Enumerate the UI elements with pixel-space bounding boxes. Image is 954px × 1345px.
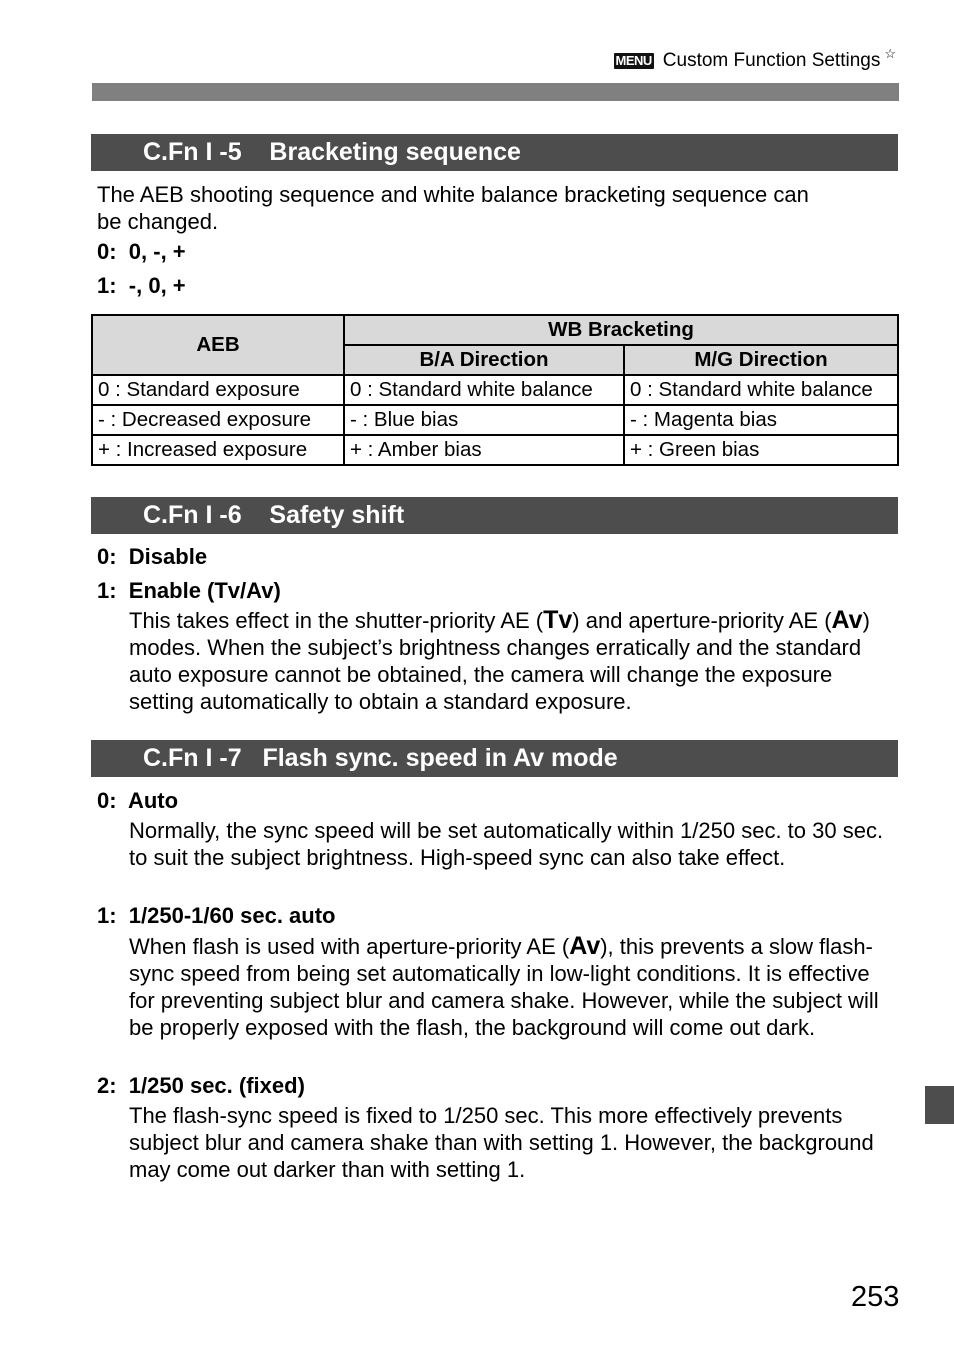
option-0: 0: Auto [97, 787, 178, 814]
header-ba-direction: B/A Direction [343, 344, 625, 376]
section-heading-cfn6: C.Fn I -6 Safety shift [91, 497, 898, 534]
intro-line: be changed. [97, 209, 219, 234]
table-row: 0 : Standard exposure 0 : Standard white… [91, 374, 899, 406]
av-mode-icon: Av [831, 606, 863, 634]
option-label: 0: [97, 788, 117, 813]
table-cell: - : Magenta bias [623, 404, 899, 436]
bracketing-table: AEB WB Bracketing B/A Direction M/G Dire… [91, 314, 899, 466]
table-cell: 0 : Standard white balance [623, 374, 899, 406]
intro-text: The AEB shooting sequence and white bala… [97, 181, 809, 235]
option-1: 1: Enable (Tv/Av) [97, 577, 281, 604]
option-value: 1/250-1/60 sec. auto [128, 903, 336, 928]
option-label: 1: [97, 578, 117, 603]
table-cell: - : Blue bias [343, 404, 625, 436]
section-code: C.Fn I -5 [143, 138, 242, 166]
option-label: 2: [97, 1073, 117, 1098]
header-mg-direction: M/G Direction [623, 344, 899, 376]
section-title: Safety shift [269, 501, 405, 529]
page-number: 253 [851, 1281, 900, 1313]
table-row: - : Decreased exposure - : Blue bias - :… [91, 404, 899, 436]
option-value: Auto [127, 788, 179, 813]
option-value: -, 0, + [128, 273, 186, 298]
tv-mode-icon: Tv [543, 606, 573, 634]
option-label: 0: [97, 544, 117, 569]
running-header: MENU Custom Function Settings ☆ [613, 46, 896, 72]
header-aeb: AEB [91, 314, 345, 376]
option-label: 0: [97, 239, 117, 264]
section-title: Flash sync. speed in Av mode [262, 744, 618, 772]
star-icon: ☆ [884, 46, 896, 61]
option-description: The flash-sync speed is fixed to 1/250 s… [129, 1103, 874, 1182]
header-title: Custom Function Settings [662, 50, 881, 71]
table-cell: - : Decreased exposure [91, 404, 345, 436]
chapter-thumb-tab [925, 1086, 954, 1124]
option-value: 1/250 sec. (fixed) [128, 1073, 305, 1098]
option-description: When flash is used with aperture-priorit… [129, 933, 899, 1041]
table-cell: + : Increased exposure [91, 434, 345, 466]
menu-icon: MENU [613, 53, 654, 69]
option-value: Disable [128, 544, 208, 569]
section-title: Bracketing sequence [269, 138, 521, 166]
option-2: 2: 1/250 sec. (fixed) [97, 1072, 305, 1099]
table-cell: + : Green bias [623, 434, 899, 466]
table-cell: + : Amber bias [343, 434, 625, 466]
section-heading-cfn7: C.Fn I -7 Flash sync. speed in Av mode [91, 740, 898, 777]
desc-text: This takes effect in the shutter-priorit… [129, 608, 544, 633]
table-row: + : Increased exposure + : Amber bias + … [91, 434, 899, 466]
table-cell: 0 : Standard exposure [91, 374, 345, 406]
desc-text: ) and aperture-priority AE ( [572, 608, 832, 633]
option-value: 0, -, + [128, 239, 186, 264]
option-description: Normally, the sync speed will be set aut… [129, 818, 884, 870]
option-description: This takes effect in the shutter-priorit… [129, 607, 899, 715]
section-heading-cfn5: C.Fn I -5 Bracketing sequence [91, 134, 898, 171]
av-mode-icon: Av [569, 932, 601, 960]
section-code: C.Fn I -6 [143, 501, 242, 529]
option-value: Enable (Tv/Av) [128, 578, 281, 603]
intro-line: The AEB shooting sequence and white bala… [97, 182, 809, 207]
option-1: 1: 1/250-1/60 sec. auto [97, 902, 335, 929]
option-0: 0: 0, -, + [97, 238, 186, 265]
header-wb-bracketing: WB Bracketing [343, 314, 899, 346]
table-cell: 0 : Standard white balance [343, 374, 625, 406]
option-label: 1: [97, 273, 117, 298]
option-1: 1: -, 0, + [97, 272, 186, 299]
header-rule [92, 83, 899, 101]
option-0: 0: Disable [97, 543, 207, 570]
section-code: C.Fn I -7 [143, 744, 242, 772]
desc-text: When flash is used with aperture-priorit… [129, 934, 570, 959]
option-label: 1: [97, 903, 117, 928]
